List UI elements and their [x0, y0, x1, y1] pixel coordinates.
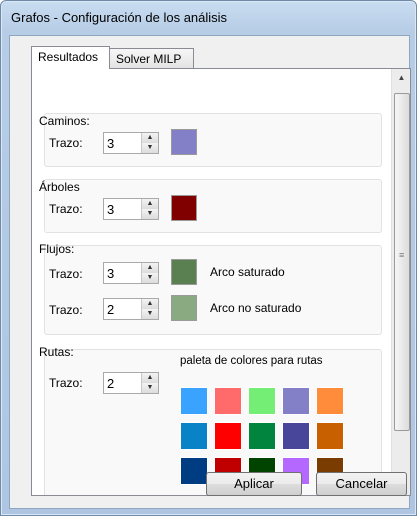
- arco-no-saturado-label: Arco no saturado: [210, 301, 302, 315]
- rutas-trazo-value: 2: [107, 376, 115, 391]
- spinner-arrows: ▲ ▼: [141, 263, 158, 283]
- flujos-no-saturado-trazo-spinner[interactable]: 2 ▲ ▼: [103, 298, 159, 320]
- apply-button[interactable]: Aplicar: [206, 472, 302, 496]
- arboles-title: Árboles: [39, 180, 80, 194]
- group-caminos: [44, 113, 382, 167]
- spinner-down-icon[interactable]: ▼: [142, 309, 158, 319]
- caminos-title: Caminos:: [39, 114, 90, 128]
- flujos-title: Flujos:: [39, 242, 75, 256]
- caminos-trazo-spinner[interactable]: 3 ▲ ▼: [103, 132, 159, 154]
- arboles-trazo-spinner[interactable]: 3 ▲ ▼: [103, 198, 159, 220]
- vertical-scrollbar[interactable]: ▲ ≡ ▼: [391, 69, 410, 495]
- scroll-up-icon[interactable]: ▲: [392, 69, 410, 86]
- palette-color-swatch[interactable]: [282, 422, 310, 450]
- palette-color-swatch[interactable]: [248, 387, 276, 415]
- tab-resultados-label: Resultados: [38, 50, 99, 64]
- group-arboles: [44, 179, 382, 233]
- spinner-down-icon[interactable]: ▼: [142, 383, 158, 393]
- palette-label: paleta de colores para rutas: [180, 355, 323, 367]
- palette-color-swatch[interactable]: [316, 387, 344, 415]
- palette-color-swatch[interactable]: [180, 457, 208, 485]
- rutas-trazo-spinner[interactable]: 2 ▲ ▼: [103, 372, 159, 394]
- caminos-trazo-label: Trazo:: [49, 136, 83, 150]
- palette-color-swatch[interactable]: [214, 422, 242, 450]
- arco-saturado-label: Arco saturado: [210, 265, 285, 279]
- tab-solver-milp[interactable]: Solver MILP: [109, 48, 194, 68]
- palette-color-swatch[interactable]: [180, 422, 208, 450]
- caminos-trazo-value: 3: [107, 136, 115, 151]
- flujos-no-saturado-color-swatch[interactable]: [171, 295, 197, 321]
- cancel-button[interactable]: Cancelar: [316, 472, 407, 496]
- palette-color-swatch[interactable]: [180, 387, 208, 415]
- flujos-saturado-trazo-label: Trazo:: [49, 267, 83, 281]
- caminos-color-swatch[interactable]: [171, 129, 197, 155]
- rutas-title: Rutas:: [39, 345, 74, 359]
- spinner-arrows: ▲ ▼: [141, 133, 158, 153]
- dialog-client-area: Resultados Solver MILP Caminos: Trazo: 3…: [9, 35, 411, 509]
- palette-color-swatch[interactable]: [282, 387, 310, 415]
- flujos-saturado-trazo-value: 3: [107, 266, 115, 281]
- dialog-window: Grafos - Configuración de los análisis R…: [0, 0, 417, 516]
- arboles-trazo-value: 3: [107, 202, 115, 217]
- spinner-down-icon[interactable]: ▼: [142, 273, 158, 283]
- spinner-down-icon[interactable]: ▼: [142, 209, 158, 219]
- palette-color-swatch[interactable]: [248, 422, 276, 450]
- rutas-trazo-label: Trazo:: [49, 376, 83, 390]
- spinner-down-icon[interactable]: ▼: [142, 143, 158, 153]
- tab-solver-milp-label: Solver MILP: [116, 52, 182, 66]
- group-flujos: [44, 245, 382, 335]
- spinner-arrows: ▲ ▼: [141, 299, 158, 319]
- scrollbar-thumb[interactable]: ≡: [394, 93, 410, 431]
- tab-panel-resultados: Caminos: Trazo: 3 ▲ ▼ Árboles Trazo: 3 ▲…: [31, 68, 411, 496]
- arboles-color-swatch[interactable]: [171, 195, 197, 221]
- flujos-saturado-color-swatch[interactable]: [171, 259, 197, 285]
- grip-icon: ≡: [399, 250, 405, 260]
- spinner-arrows: ▲ ▼: [141, 373, 158, 393]
- title-bar[interactable]: Grafos - Configuración de los análisis: [1, 1, 416, 33]
- window-title: Grafos - Configuración de los análisis: [11, 10, 228, 25]
- palette-color-swatch[interactable]: [214, 387, 242, 415]
- palette-color-swatch[interactable]: [316, 422, 344, 450]
- arboles-trazo-label: Trazo:: [49, 202, 83, 216]
- flujos-no-saturado-trazo-value: 2: [107, 302, 115, 317]
- spinner-arrows: ▲ ▼: [141, 199, 158, 219]
- flujos-no-saturado-trazo-label: Trazo:: [49, 303, 83, 317]
- flujos-saturado-trazo-spinner[interactable]: 3 ▲ ▼: [103, 262, 159, 284]
- scroll-content: Caminos: Trazo: 3 ▲ ▼ Árboles Trazo: 3 ▲…: [32, 69, 391, 495]
- tab-resultados[interactable]: Resultados: [31, 46, 110, 69]
